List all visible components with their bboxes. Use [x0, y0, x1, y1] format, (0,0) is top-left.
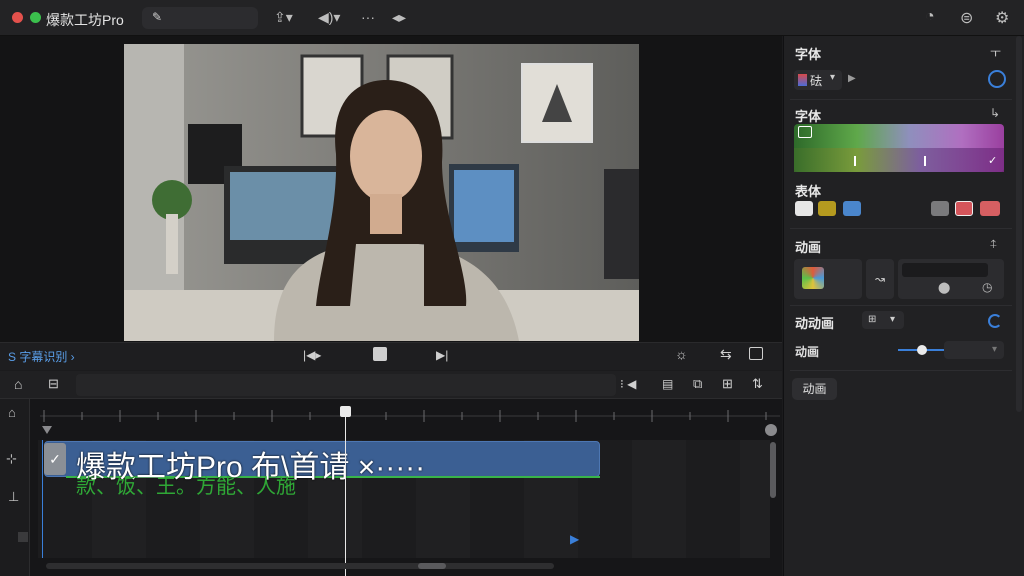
gradient-handle[interactable]: [924, 156, 926, 166]
speed-icon[interactable]: ◔: [925, 8, 935, 26]
zoom-window-button[interactable]: [30, 12, 41, 23]
speed-curve-icon[interactable]: ↝: [866, 259, 894, 299]
more-icon[interactable]: ···: [361, 9, 375, 25]
divider: [790, 305, 1012, 306]
playhead[interactable]: [345, 406, 346, 576]
brightness-icon[interactable]: ☼: [675, 346, 688, 362]
vertical-scrollbar[interactable]: [770, 442, 776, 498]
checkbox-icon[interactable]: ✓: [44, 443, 66, 475]
color-gradient-picker[interactable]: ✓: [794, 124, 1004, 172]
grid-icon[interactable]: ⊞: [722, 376, 733, 392]
play-icon[interactable]: ▶: [848, 73, 856, 84]
duration-field[interactable]: [902, 263, 988, 277]
swatch-gray[interactable]: [931, 201, 949, 216]
motion-dropdown[interactable]: ⊞ ▾: [862, 311, 904, 329]
motion-slider-thumb[interactable]: [917, 345, 927, 355]
text-tool-icon[interactable]: ㅜ: [990, 44, 1001, 61]
video-preview[interactable]: [124, 44, 639, 341]
track-home-icon[interactable]: ⌂: [8, 405, 16, 420]
crop-icon[interactable]: ⧉: [693, 376, 702, 392]
chevron-down-icon: ▾: [890, 314, 896, 325]
adjust-icon[interactable]: ⇅: [752, 376, 763, 392]
wand-icon: ✎: [152, 10, 163, 24]
transport-bar: [0, 342, 782, 370]
app-title: 爆款工坊Pro: [46, 12, 124, 28]
link-icon[interactable]: ↳: [990, 106, 1000, 120]
animation-section-title: 动画: [795, 240, 822, 255]
swatch-blue[interactable]: [843, 201, 861, 216]
clip-start-line: [42, 440, 43, 558]
gear-icon[interactable]: ⚙: [995, 8, 1009, 28]
audio-icon[interactable]: ◀)▾: [318, 9, 340, 26]
motion-dropdown-icon: ⊞: [868, 314, 877, 325]
out-marker-icon[interactable]: [765, 424, 777, 436]
lock-icon: ⬤: [938, 282, 951, 294]
track-move-icon[interactable]: ⊹: [6, 451, 17, 467]
gradient-handle[interactable]: [854, 156, 856, 166]
font-color-icon: [798, 74, 807, 86]
chevron-down-icon: ▾: [830, 72, 836, 83]
check-icon: ✓: [988, 155, 998, 167]
video-frame-image: [124, 44, 639, 341]
swatch-gold[interactable]: [818, 201, 836, 216]
breadcrumb[interactable]: S 字幕识别 ›: [8, 348, 75, 365]
motion-label: 动画: [795, 345, 820, 359]
pin-icon[interactable]: ⍏: [990, 237, 997, 252]
font-dropdown[interactable]: 砝 ▾: [794, 70, 842, 90]
color-section-title: 表体: [795, 184, 822, 199]
volume-icon[interactable]: ⁝ ◀: [620, 377, 636, 391]
track-align-icon[interactable]: ⊥: [8, 489, 19, 505]
layers-icon[interactable]: ⊜: [960, 8, 973, 28]
divider: [790, 228, 1012, 229]
playhead-handle[interactable]: [340, 406, 351, 417]
scrollbar-thumb[interactable]: [418, 563, 446, 569]
skip-forward-icon[interactable]: ▶|: [436, 348, 448, 362]
home-icon[interactable]: ⌂: [14, 376, 22, 392]
font-style-title: 字体: [795, 109, 822, 124]
subtitle-text: 款、饭、王。方能、人施: [76, 476, 296, 498]
chevron-down-icon: ▾: [992, 344, 998, 355]
swatch-red-selected[interactable]: [955, 201, 973, 216]
animation-preset-icon: [802, 267, 824, 289]
timeline-search-field[interactable]: [76, 374, 616, 396]
motion-value-field[interactable]: ▾: [944, 341, 1004, 359]
animation-duration-control[interactable]: ⬤ ◷: [898, 259, 1004, 299]
skip-back-icon[interactable]: |◀▸: [303, 348, 321, 362]
swatch-white[interactable]: [795, 201, 813, 216]
rotate-icon[interactable]: ⇆: [720, 346, 732, 363]
accent-toggle-icon[interactable]: [988, 70, 1006, 88]
timeline-ruler[interactable]: [40, 404, 780, 434]
divider: [790, 99, 1012, 100]
play-marker-icon[interactable]: ▶: [570, 532, 579, 546]
animation-button[interactable]: 动画: [792, 378, 837, 400]
horizontal-scrollbar[interactable]: [46, 563, 554, 569]
track-lock-icon[interactable]: [18, 532, 28, 542]
animation-preset-tile[interactable]: [794, 259, 862, 299]
clip-icon[interactable]: ▤: [662, 377, 673, 391]
clock-icon: ◷: [982, 280, 993, 294]
split-icon[interactable]: ◂▸: [392, 9, 406, 26]
font-dropdown-label: 砝: [810, 74, 823, 88]
gradient-strip: [794, 148, 1004, 172]
text-style-icon: [798, 126, 812, 138]
font-section-title: 字体: [795, 47, 822, 62]
motion-section-title: 动动画: [795, 316, 835, 331]
in-marker-icon[interactable]: [42, 426, 52, 434]
stop-button[interactable]: [373, 347, 387, 361]
filter-icon[interactable]: ⊟: [48, 376, 59, 392]
swatch-coral[interactable]: [980, 201, 1000, 216]
refresh-icon[interactable]: [988, 314, 1002, 328]
panel-scrollbar[interactable]: [1016, 36, 1022, 412]
tool-selector[interactable]: ✎: [142, 7, 258, 29]
divider: [790, 370, 1012, 371]
close-window-button[interactable]: [12, 12, 23, 23]
fullscreen-icon[interactable]: [749, 347, 763, 360]
track-header-column: [0, 399, 30, 576]
share-icon[interactable]: ⇪▾: [274, 9, 293, 26]
